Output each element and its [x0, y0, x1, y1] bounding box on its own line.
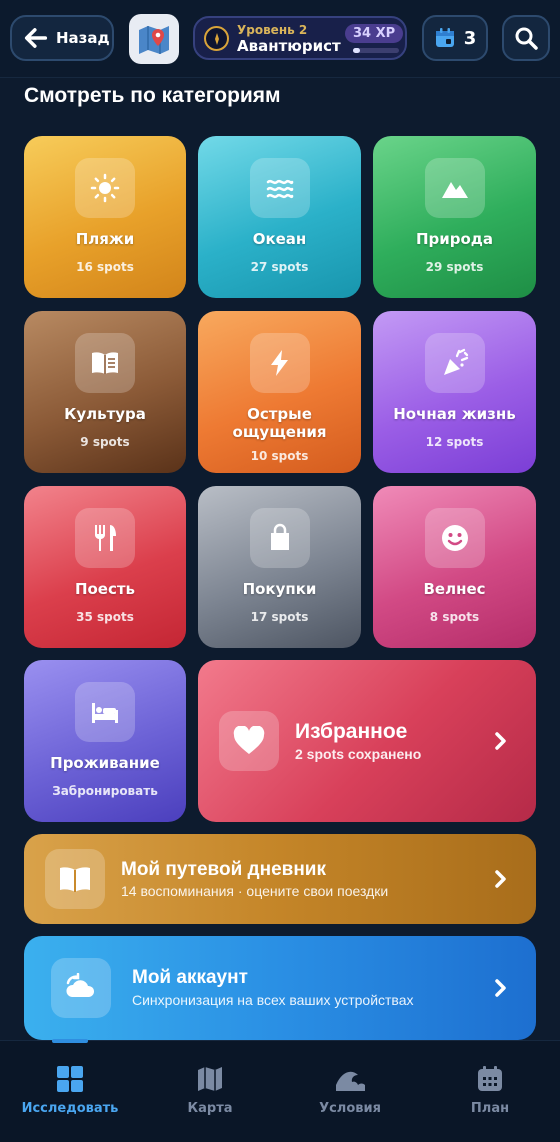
journal-subtitle: 14 воспоминания · оцените свои поездки	[121, 883, 389, 899]
nav-label: План	[470, 1101, 510, 1116]
active-tab-indicator	[52, 1039, 88, 1043]
account-card[interactable]: Мой аккаунт Синхронизация на всех ваших …	[24, 936, 536, 1040]
category-name: Проживание	[50, 754, 160, 772]
level-label: Уровень 2	[237, 23, 308, 37]
nav-explore[interactable]: Исследовать	[0, 1065, 140, 1116]
level-indicator[interactable]: Уровень 2 Авантюрист 34 XP	[193, 16, 407, 60]
heart-icon	[219, 711, 279, 771]
grid-icon	[57, 1066, 83, 1092]
category-count: 27 spots	[250, 260, 309, 274]
wave-icon	[336, 1071, 365, 1091]
favorites-card[interactable]: Избранное 2 spots сохранено	[198, 660, 536, 822]
category-name: Поесть	[74, 580, 136, 598]
category-tile[interactable]: Океан 27 spots	[198, 136, 361, 298]
category-tile[interactable]: Поесть 35 spots	[24, 486, 186, 648]
category-count: Забронировать	[52, 784, 158, 798]
back-label: Назад	[56, 29, 110, 47]
bolt-icon	[249, 333, 310, 393]
category-name: Культура	[64, 405, 146, 423]
category-count: 9 spots	[80, 435, 130, 449]
journal-card[interactable]: Мой путевой дневник 14 воспоминания · оц…	[24, 834, 536, 924]
shopping-bag-icon	[249, 508, 310, 568]
top-bar: Назад Уровень 2 Авантюрист 34 XP 3	[0, 0, 560, 78]
category-name: Велнес	[423, 580, 486, 598]
account-title: Мой аккаунт	[132, 966, 248, 988]
category-name: Покупки	[242, 580, 317, 598]
chevron-right-icon	[495, 870, 506, 888]
nav-conditions[interactable]: Условия	[280, 1065, 420, 1116]
nav-label: Исследовать	[21, 1101, 119, 1116]
category-name: Ночная жизнь	[393, 405, 516, 423]
category-tile[interactable]: Природа 29 spots	[373, 136, 536, 298]
xp-progress-fill	[353, 48, 360, 53]
category-name: Природа	[415, 230, 494, 248]
search-icon	[515, 27, 538, 50]
nav-label: Условия	[319, 1101, 381, 1116]
account-subtitle: Синхронизация на всех ваших устройствах	[132, 991, 414, 1008]
category-tile[interactable]: Острые ощущения 10 spots	[198, 311, 361, 473]
journal-title: Мой путевой дневник	[121, 859, 326, 880]
category-tile[interactable]: Пляжи 16 spots	[24, 136, 186, 298]
back-button[interactable]: Назад	[10, 15, 114, 61]
category-tile[interactable]: Культура 9 spots	[24, 311, 186, 473]
category-count: 8 spots	[429, 610, 480, 624]
utensils-icon	[75, 508, 135, 568]
waves-icon	[249, 158, 310, 218]
category-count: 17 spots	[250, 610, 309, 624]
category-name: Океан	[252, 230, 307, 248]
rank-label: Авантюрист	[237, 37, 341, 55]
category-count: 35 spots	[76, 610, 134, 624]
category-tile[interactable]: Ночная жизнь 12 spots	[373, 311, 536, 473]
category-tile[interactable]: Проживание Забронировать	[24, 660, 186, 822]
party-icon	[424, 333, 485, 393]
category-tile[interactable]: Велнес 8 spots	[373, 486, 536, 648]
cloud-sync-icon	[51, 958, 111, 1018]
xp-progress-bar	[353, 48, 399, 53]
search-button[interactable]	[502, 15, 550, 61]
favorites-subtitle: 2 spots сохранено	[295, 746, 422, 762]
section-title: Смотреть по категориям	[24, 84, 281, 107]
category-count: 10 spots	[250, 449, 309, 463]
map-icon	[198, 1067, 222, 1091]
book-open-icon	[45, 849, 105, 909]
compass-icon	[204, 26, 229, 51]
book-icon	[75, 333, 135, 393]
calendar-icon	[435, 28, 454, 47]
app-logo[interactable]	[129, 14, 179, 64]
nav-label: Карта	[187, 1101, 233, 1116]
category-name: Острые ощущения	[232, 405, 327, 441]
arrow-left-icon	[24, 28, 48, 48]
calendar-button[interactable]: 3	[422, 15, 488, 61]
calendar-icon	[478, 1066, 502, 1091]
smile-icon	[424, 508, 485, 568]
category-count: 16 spots	[76, 260, 134, 274]
chevron-right-icon	[495, 732, 506, 750]
map-pin-icon	[139, 26, 169, 54]
category-tile[interactable]: Покупки 17 spots	[198, 486, 361, 648]
sun-icon	[75, 158, 135, 218]
bed-icon	[75, 682, 135, 742]
nav-plan[interactable]: План	[420, 1065, 560, 1116]
chevron-right-icon	[495, 979, 506, 997]
category-count: 12 spots	[425, 435, 484, 449]
favorites-title: Избранное	[295, 720, 408, 743]
category-name: Пляжи	[75, 230, 135, 248]
xp-badge: 34 XP	[345, 24, 404, 43]
mountain-icon	[424, 158, 485, 218]
bottom-nav: Исследовать Карта Условия План	[0, 1039, 560, 1142]
calendar-count: 3	[463, 27, 477, 49]
category-count: 29 spots	[425, 260, 484, 274]
nav-map[interactable]: Карта	[140, 1065, 280, 1116]
